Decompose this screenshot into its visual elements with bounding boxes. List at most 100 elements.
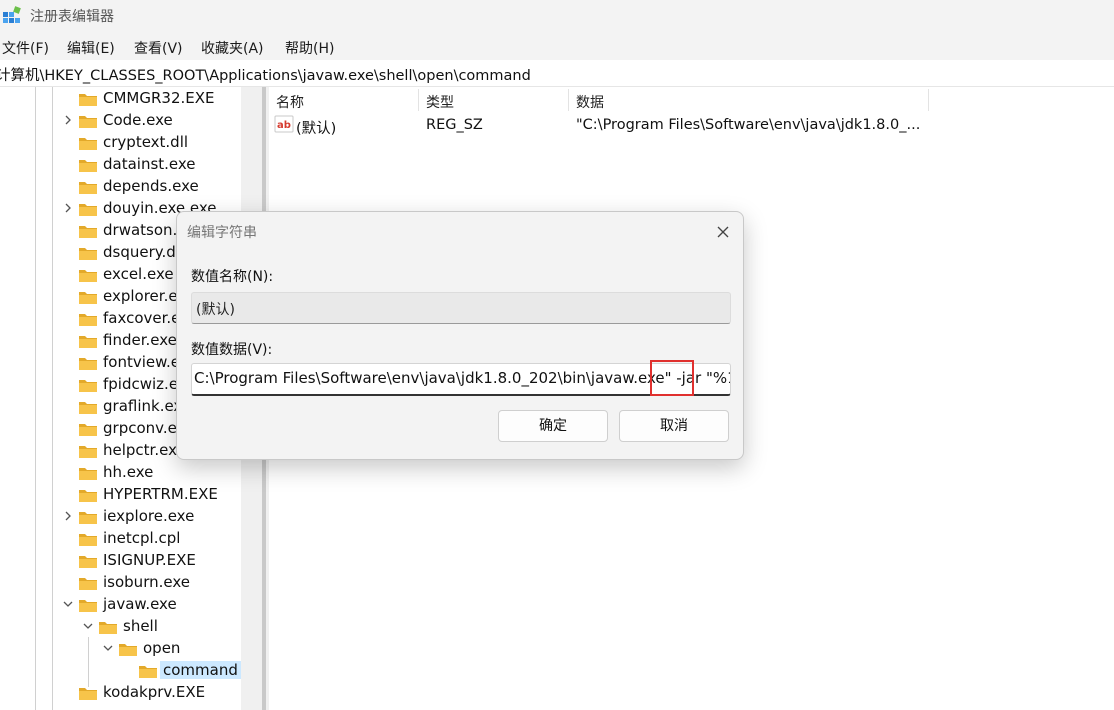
window-title: 注册表编辑器 <box>30 9 114 25</box>
folder-icon <box>79 358 97 370</box>
chevron-down-icon[interactable] <box>62 597 74 611</box>
folder-icon <box>79 160 97 172</box>
column-separator[interactable] <box>928 89 929 111</box>
regedit-app-icon <box>3 6 21 23</box>
folder-icon <box>79 336 97 348</box>
tree-item[interactable]: CMMGR32.EXE <box>0 88 241 110</box>
tree-item-label: open <box>143 639 181 657</box>
tree-item-label: explorer.e <box>103 287 178 305</box>
svg-text:ab: ab <box>277 120 291 131</box>
tree-item-label: cryptext.dll <box>103 133 189 151</box>
folder-icon <box>79 688 97 700</box>
tree-item-label: datainst.exe <box>103 155 196 173</box>
menu-favorites[interactable]: 收藏夹(A) <box>201 38 264 58</box>
value-data[interactable]: "C:\Program Files\Software\env\java\jdk1… <box>576 117 920 133</box>
folder-icon <box>79 226 97 238</box>
chevron-down-icon[interactable] <box>82 619 94 633</box>
tree-item[interactable]: hh.exe <box>0 462 241 484</box>
column-header-name[interactable]: 名称 <box>276 92 304 116</box>
address-bar[interactable]: 计算机\HKEY_CLASSES_ROOT\Applications\javaw… <box>0 60 1114 87</box>
tree-item-label: faxcover.e <box>103 309 181 327</box>
folder-icon <box>79 314 97 326</box>
folder-icon <box>79 94 97 106</box>
tree-item-label: fpidcwiz.e <box>103 375 179 393</box>
tree-item[interactable]: kodakprv.EXE <box>0 682 241 704</box>
tree-item[interactable]: open <box>0 638 241 660</box>
tree-item-label: Code.exe <box>103 111 173 129</box>
tree-item-label: inetcpl.cpl <box>103 529 181 547</box>
menu-bar: 文件(F) 编辑(E) 查看(V) 收藏夹(A) 帮助(H) <box>0 34 1114 60</box>
folder-icon <box>79 468 97 480</box>
tree-item-label: finder.exe <box>103 331 177 349</box>
tree-item[interactable]: HYPERTRM.EXE <box>0 484 241 506</box>
tree-item-label: command <box>160 661 241 679</box>
cancel-button[interactable]: 取消 <box>619 410 729 442</box>
tree-item-label: javaw.exe <box>103 595 177 613</box>
folder-icon <box>79 556 97 568</box>
tree-item[interactable]: depends.exe <box>0 176 241 198</box>
column-header-type[interactable]: 类型 <box>426 92 454 116</box>
title-bar: 注册表编辑器 <box>0 0 1114 34</box>
folder-icon <box>119 644 137 656</box>
folder-icon <box>79 138 97 150</box>
address-path[interactable]: 计算机\HKEY_CLASSES_ROOT\Applications\javaw… <box>0 64 531 85</box>
tree-item[interactable]: ISIGNUP.EXE <box>0 550 241 572</box>
folder-icon <box>79 204 97 216</box>
tree-item[interactable]: iexplore.exe <box>0 506 241 528</box>
dialog-title: 编辑字符串 <box>187 225 257 241</box>
edit-string-dialog: 编辑字符串 数值名称(N): (默认) 数值数据(V): C:\Program … <box>176 211 744 460</box>
tree-item-label: kodakprv.EXE <box>103 683 206 701</box>
folder-icon <box>79 380 97 392</box>
folder-icon <box>79 490 97 502</box>
tree-item[interactable]: inetcpl.cpl <box>0 528 241 550</box>
value-name[interactable]: (默认) <box>296 117 336 138</box>
folder-icon <box>79 402 97 414</box>
tree-item-label: HYPERTRM.EXE <box>103 485 218 503</box>
column-separator[interactable] <box>568 89 569 111</box>
tree-item[interactable]: command <box>0 660 241 682</box>
folder-icon <box>79 182 97 194</box>
folder-icon <box>79 446 97 458</box>
chevron-down-icon[interactable] <box>102 641 114 655</box>
tree-item[interactable]: isoburn.exe <box>0 572 241 594</box>
tree-item-label: excel.exe <box>103 265 174 283</box>
value-data-label: 数值数据(V): <box>191 342 273 358</box>
tree-item-label: ISIGNUP.EXE <box>103 551 196 569</box>
tree-item[interactable]: shell <box>0 616 241 638</box>
chevron-right-icon[interactable] <box>62 201 74 215</box>
folder-icon <box>79 292 97 304</box>
menu-help[interactable]: 帮助(H) <box>285 38 334 58</box>
value-type[interactable]: REG_SZ <box>426 117 483 133</box>
close-icon[interactable] <box>711 220 735 244</box>
folder-icon <box>79 270 97 282</box>
chevron-right-icon[interactable] <box>62 113 74 127</box>
string-value-icon: ab <box>274 115 294 133</box>
menu-file[interactable]: 文件(F) <box>2 38 49 58</box>
tree-item-label: hh.exe <box>103 463 154 481</box>
tree-item[interactable]: cryptext.dll <box>0 132 241 154</box>
folder-icon <box>79 116 97 128</box>
folder-icon <box>79 578 97 590</box>
folder-icon <box>79 512 97 524</box>
menu-edit[interactable]: 编辑(E) <box>67 38 115 58</box>
tree-item[interactable]: javaw.exe <box>0 594 241 616</box>
folder-icon <box>139 666 157 678</box>
value-name-label: 数值名称(N): <box>191 269 274 285</box>
column-header-data[interactable]: 数据 <box>576 92 604 116</box>
tree-item-label: CMMGR32.EXE <box>103 89 215 107</box>
chevron-right-icon[interactable] <box>62 509 74 523</box>
tree-item-label: shell <box>123 617 158 635</box>
folder-icon <box>79 424 97 436</box>
tree-item-label: drwatson. <box>103 221 178 239</box>
highlight-annotation <box>650 360 694 396</box>
menu-view[interactable]: 查看(V) <box>134 38 183 58</box>
tree-item-label: grpconv.e <box>103 419 177 437</box>
column-separator[interactable] <box>418 89 419 111</box>
ok-button[interactable]: 确定 <box>498 410 608 442</box>
tree-item[interactable]: datainst.exe <box>0 154 241 176</box>
folder-icon <box>79 600 97 612</box>
tree-item-label: depends.exe <box>103 177 199 195</box>
value-name-field: (默认) <box>191 292 731 324</box>
tree-item[interactable]: Code.exe <box>0 110 241 132</box>
value-name-text: (默认) <box>196 302 235 318</box>
